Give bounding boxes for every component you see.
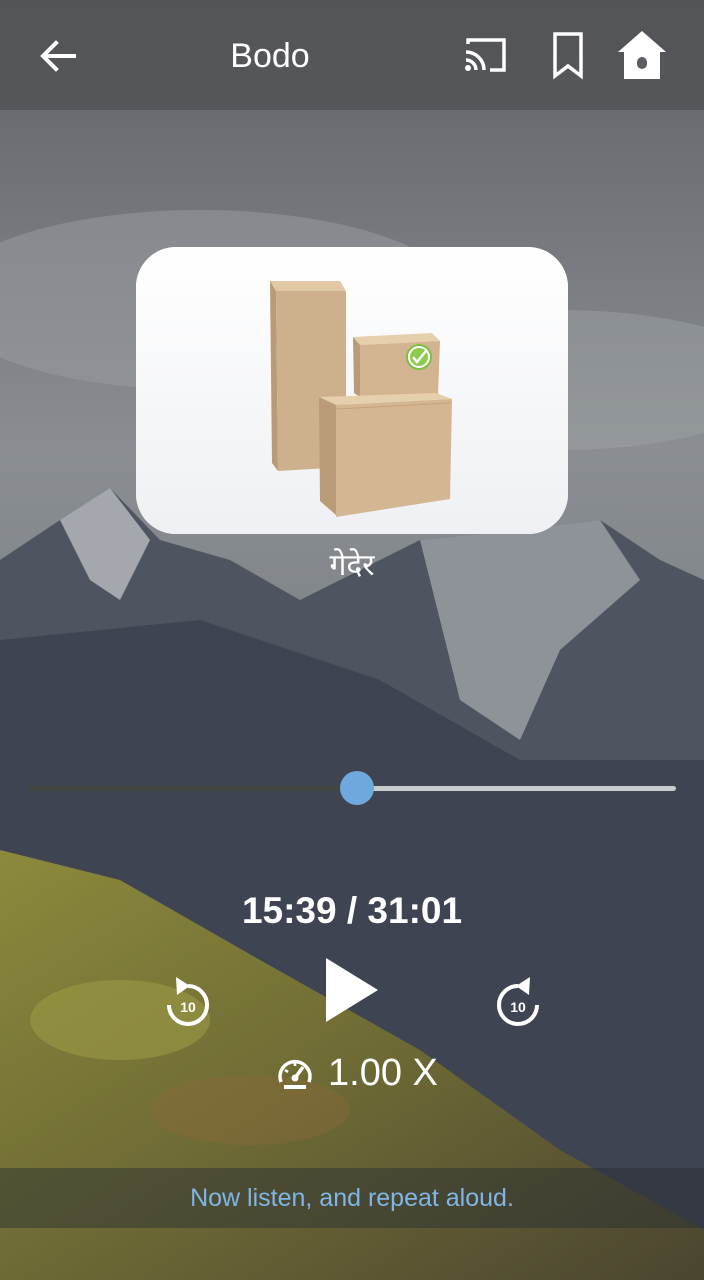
cast-icon — [465, 38, 506, 72]
top-app-bar: Bodo — [0, 0, 704, 110]
seek-bar-thumb[interactable] — [340, 771, 374, 805]
play-button[interactable] — [322, 954, 382, 1026]
home-icon — [618, 31, 666, 79]
instruction-bar: Now listen, and repeat aloud. — [0, 1168, 704, 1228]
app-title: Bodo — [230, 37, 310, 75]
speedometer-icon — [278, 1059, 312, 1089]
cast-button[interactable] — [462, 36, 508, 76]
forward-10-button[interactable]: 10 — [490, 972, 546, 1032]
word-image-card — [136, 247, 568, 534]
rewind-10-icon: 10 — [167, 977, 209, 1026]
play-icon — [326, 958, 378, 1022]
bookmark-icon — [553, 32, 583, 80]
playback-time: 15:39 / 31:01 — [241, 890, 463, 931]
vocabulary-word: गेदेर — [329, 548, 375, 583]
instruction-text: Now listen, and repeat aloud. — [190, 1184, 514, 1212]
bookmark-button[interactable] — [550, 30, 586, 80]
back-button[interactable] — [34, 32, 82, 80]
home-button[interactable] — [616, 28, 668, 82]
arrow-left-icon — [40, 40, 76, 72]
forward-10-icon: 10 — [497, 977, 539, 1026]
seek-bar-played — [30, 786, 357, 791]
seek-bar-remaining — [357, 786, 676, 791]
playback-speed-button[interactable]: 1.00 X — [276, 1050, 438, 1096]
seek-bar[interactable] — [30, 770, 678, 806]
svg-text:10: 10 — [510, 999, 526, 1015]
rewind-10-button[interactable]: 10 — [160, 972, 216, 1032]
svg-text:10: 10 — [180, 999, 196, 1015]
playback-speed-label: 1.00 X — [328, 1052, 438, 1094]
cardboard-boxes-picture — [136, 247, 568, 534]
